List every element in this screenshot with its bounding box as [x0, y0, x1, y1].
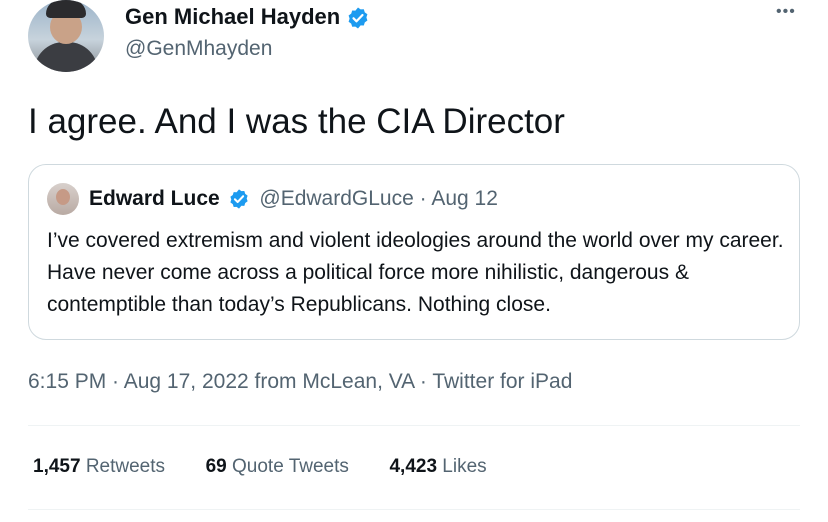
avatar-cap-shape — [46, 0, 86, 18]
quoted-author-name: Edward Luce — [89, 187, 220, 210]
quoted-author-handle: @EdwardGLuce — [259, 187, 414, 210]
quoted-date: Aug 12 — [431, 187, 498, 210]
divider — [28, 509, 800, 510]
likes-label: Likes — [437, 456, 487, 477]
quote-tweets-stat[interactable]: 69 Quote Tweets — [206, 456, 349, 477]
verified-badge-icon — [348, 7, 368, 29]
quote-tweets-label: Quote Tweets — [226, 456, 349, 477]
meta-separator: · — [106, 370, 124, 393]
likes-stat[interactable]: 4,423 Likes — [389, 456, 486, 477]
tweet-date[interactable]: Aug 17, 2022 — [124, 370, 249, 393]
tweet-metadata: 6:15 PM · Aug 17, 2022 from McLean, VA ·… — [28, 368, 572, 396]
quoted-author-avatar — [47, 183, 79, 215]
tweet-location[interactable]: from McLean, VA — [249, 370, 415, 393]
author-avatar[interactable] — [28, 0, 104, 72]
quoted-tweet-header: Edward Luce @EdwardGLuce · Aug 12 — [89, 185, 498, 213]
avatar-body-shape — [34, 42, 98, 72]
quote-tweets-count: 69 — [205, 456, 227, 477]
meta-separator: · — [414, 370, 433, 393]
author-name-row[interactable]: Gen Michael Hayden — [125, 4, 370, 30]
retweets-label: Retweets — [80, 456, 166, 477]
quoted-tweet-card[interactable]: Edward Luce @EdwardGLuce · Aug 12 I’ve c… — [28, 164, 800, 340]
more-options-icon[interactable]: ••• — [776, 4, 796, 20]
quoted-separator: · — [413, 187, 432, 210]
tweet-source[interactable]: Twitter for iPad — [432, 370, 572, 393]
author-handle[interactable]: @GenMhayden — [125, 36, 272, 62]
quoted-verified-badge-icon — [229, 189, 248, 210]
engagement-stats: 1,457 Retweets 69 Quote Tweets 4,423 Lik… — [33, 454, 487, 480]
retweets-count: 1,457 — [33, 456, 81, 477]
quoted-tweet-text: I’ve covered extremism and violent ideol… — [47, 229, 784, 316]
author-name[interactable]: Gen Michael Hayden — [125, 4, 340, 29]
tweet-time[interactable]: 6:15 PM — [28, 370, 106, 393]
tweet-text: I agree. And I was the CIA Director — [28, 102, 565, 141]
divider — [28, 425, 800, 426]
retweets-stat[interactable]: 1,457 Retweets — [33, 456, 165, 477]
likes-count: 4,423 — [389, 456, 438, 477]
